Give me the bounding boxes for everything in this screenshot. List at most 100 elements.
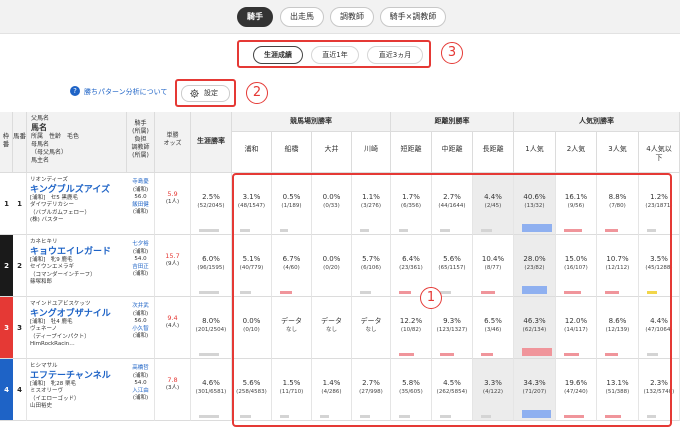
distances-rate: 10.4%: [481, 255, 505, 263]
pops-rate-cell: 28.0% (23/82): [514, 235, 556, 297]
horse-number: 4: [13, 359, 27, 421]
distances-rate-bar: [481, 229, 492, 232]
pops-rate-cell: 40.6% (13/32): [514, 173, 556, 235]
horse-name-link[interactable]: エフテーチャンネル: [30, 371, 127, 381]
trainer-name-link[interactable]: 入江由: [127, 388, 154, 396]
venues-record: (0/10): [243, 327, 260, 333]
career-rate-bar: [199, 415, 219, 418]
venues-record: (40/779): [239, 265, 264, 271]
range-last1y-button[interactable]: 直近1年: [311, 46, 359, 64]
pops-rate-bar: [605, 229, 619, 232]
waku-number: 1: [0, 173, 13, 235]
subheader-8: 2人気: [556, 132, 597, 173]
range-selector-highlight: 生涯成績 直近1年 直近3ヵ月: [237, 40, 431, 68]
tab-trainer[interactable]: 調教師: [330, 7, 374, 27]
pops-rate-cell: 8.6% (12/139): [597, 297, 639, 359]
distances-rate-bar: [440, 415, 451, 418]
header-weight: 負担: [134, 136, 147, 143]
pops-record: (62/134): [522, 327, 547, 333]
subheader-2: 大井: [312, 132, 352, 173]
horse-cell: カネヒキリ キョウエイレガード [浦和] 牝9 鹿毛 セイウンエメラギ （コマンダーイン…: [27, 235, 127, 297]
distances-rate-cell: 10.4% (8/77): [473, 235, 514, 297]
header-odds: 単勝 オッズ: [155, 112, 191, 173]
odds-cell: 15.7 (9人): [155, 235, 191, 297]
career-rate-bar: [199, 291, 219, 294]
jockey-name-link[interactable]: 高橋哲: [127, 365, 154, 373]
career-rate: 4.6%: [202, 379, 220, 387]
pops-rate-cell: 15.0% (16/107): [556, 235, 597, 297]
jockey-name-link[interactable]: 次井武: [127, 303, 154, 311]
damsire-name: （イエローゴッド）: [30, 395, 80, 402]
range-career-button[interactable]: 生涯成績: [253, 46, 303, 64]
pops-rate-bar: [647, 415, 657, 418]
pops-rate: 12.0%: [564, 317, 588, 325]
trainer-affiliation: (浦和): [132, 395, 149, 401]
distances-rate-cell: 5.8% (35/605): [391, 359, 432, 421]
venues-rate-bar: [360, 291, 372, 294]
jockey-name-link[interactable]: 七夕裕: [127, 241, 154, 249]
horse-name-link[interactable]: キョウエイレガード: [30, 247, 127, 257]
pops-record: (47/1064): [645, 327, 673, 333]
horse-cell: ヒシマサル エフテーチャンネル [浦和] 牝28 栗毛 ミスオリーヴ （イエローゴッド）…: [27, 359, 127, 421]
header-waku: 枠番: [0, 112, 13, 173]
odds-value: 5.9: [167, 190, 178, 198]
waku-number: 3: [0, 297, 13, 359]
tab-horse[interactable]: 出走馬: [280, 7, 324, 27]
range-last3m-button[interactable]: 直近3ヵ月: [367, 46, 423, 64]
venues-rate: 5.1%: [242, 255, 261, 263]
header-info: 所属 性齢 毛色: [31, 133, 80, 140]
header-horsename: 馬名: [31, 123, 47, 132]
horse-name-link[interactable]: キングブルズアイズ: [30, 185, 127, 195]
horse-number: 3: [13, 297, 27, 359]
distances-rate-bar: [481, 291, 496, 294]
distances-record: (44/1644): [438, 203, 466, 209]
pops-rate-bar: [605, 415, 621, 418]
pops-record: (132/5740): [643, 389, 675, 395]
trainer-name-link[interactable]: 吉田正: [127, 264, 154, 272]
pops-rate-cell: 46.3% (62/134): [514, 297, 556, 359]
venues-rate: データ: [281, 317, 302, 325]
pops-record: (12/112): [605, 265, 630, 271]
pops-rate-bar: [564, 229, 582, 232]
career-record: (201/2504): [195, 327, 227, 333]
horse-name-link[interactable]: キングオブザナイル: [30, 309, 127, 319]
pops-rate: 34.3%: [523, 379, 546, 387]
venues-record: (3/276): [360, 203, 382, 209]
distances-rate-bar: [399, 229, 409, 232]
pops-rate-bar: [522, 224, 552, 232]
settings-button[interactable]: 設定: [181, 85, 230, 102]
distances-rate-bar: [399, 415, 411, 418]
venues-record: (11/710): [279, 389, 304, 395]
trainer-affiliation: (浦和): [132, 333, 149, 339]
subheader-0: 浦和: [232, 132, 272, 173]
dam-name: ヴェネーノ: [30, 326, 58, 332]
odds-popularity: (9人): [165, 260, 180, 267]
pops-rate-bar: [647, 353, 658, 356]
help-link[interactable]: 勝ちパターン分析について: [84, 87, 167, 97]
tab-jockey[interactable]: 騎手: [237, 7, 273, 27]
trainer-name-link[interactable]: 飯田健: [127, 202, 154, 210]
odds-popularity: (4人): [165, 322, 180, 329]
tab-jockey-trainer[interactable]: 騎手×調教師: [380, 7, 446, 27]
venues-rate-cell: 1.5% (11/710): [272, 359, 312, 421]
career-record: (301/6581): [195, 389, 227, 395]
distances-rate-bar: [481, 415, 491, 418]
venues-rate: 2.7%: [362, 379, 380, 387]
trainer-name-link[interactable]: 小久智: [127, 326, 154, 334]
pops-record: (9/56): [567, 203, 585, 209]
venues-rate-cell: 5.1% (40/779): [232, 235, 272, 297]
distances-record: (4/122): [482, 389, 504, 395]
venues-record: (4/286): [321, 389, 342, 395]
help-icon[interactable]: ?: [70, 86, 80, 96]
jockey-weight: 56.0: [134, 194, 147, 200]
jockey-cell: 次井武 (浦和) 56.0 小久智 (浦和): [127, 297, 155, 359]
venues-rate: 0.0%: [242, 317, 261, 325]
pops-rate: 1.2%: [650, 193, 668, 201]
subheader-7: 1人気: [514, 132, 556, 173]
jockey-name-link[interactable]: 寺島憂: [127, 179, 154, 187]
pops-rate: 46.3%: [523, 317, 546, 325]
pops-rate: 2.3%: [650, 379, 668, 387]
career-rate-cell: 2.5% (52/2045): [191, 173, 232, 235]
venues-rate-cell: 6.7% (4/60): [272, 235, 312, 297]
subheader-6: 長距離: [473, 132, 514, 173]
